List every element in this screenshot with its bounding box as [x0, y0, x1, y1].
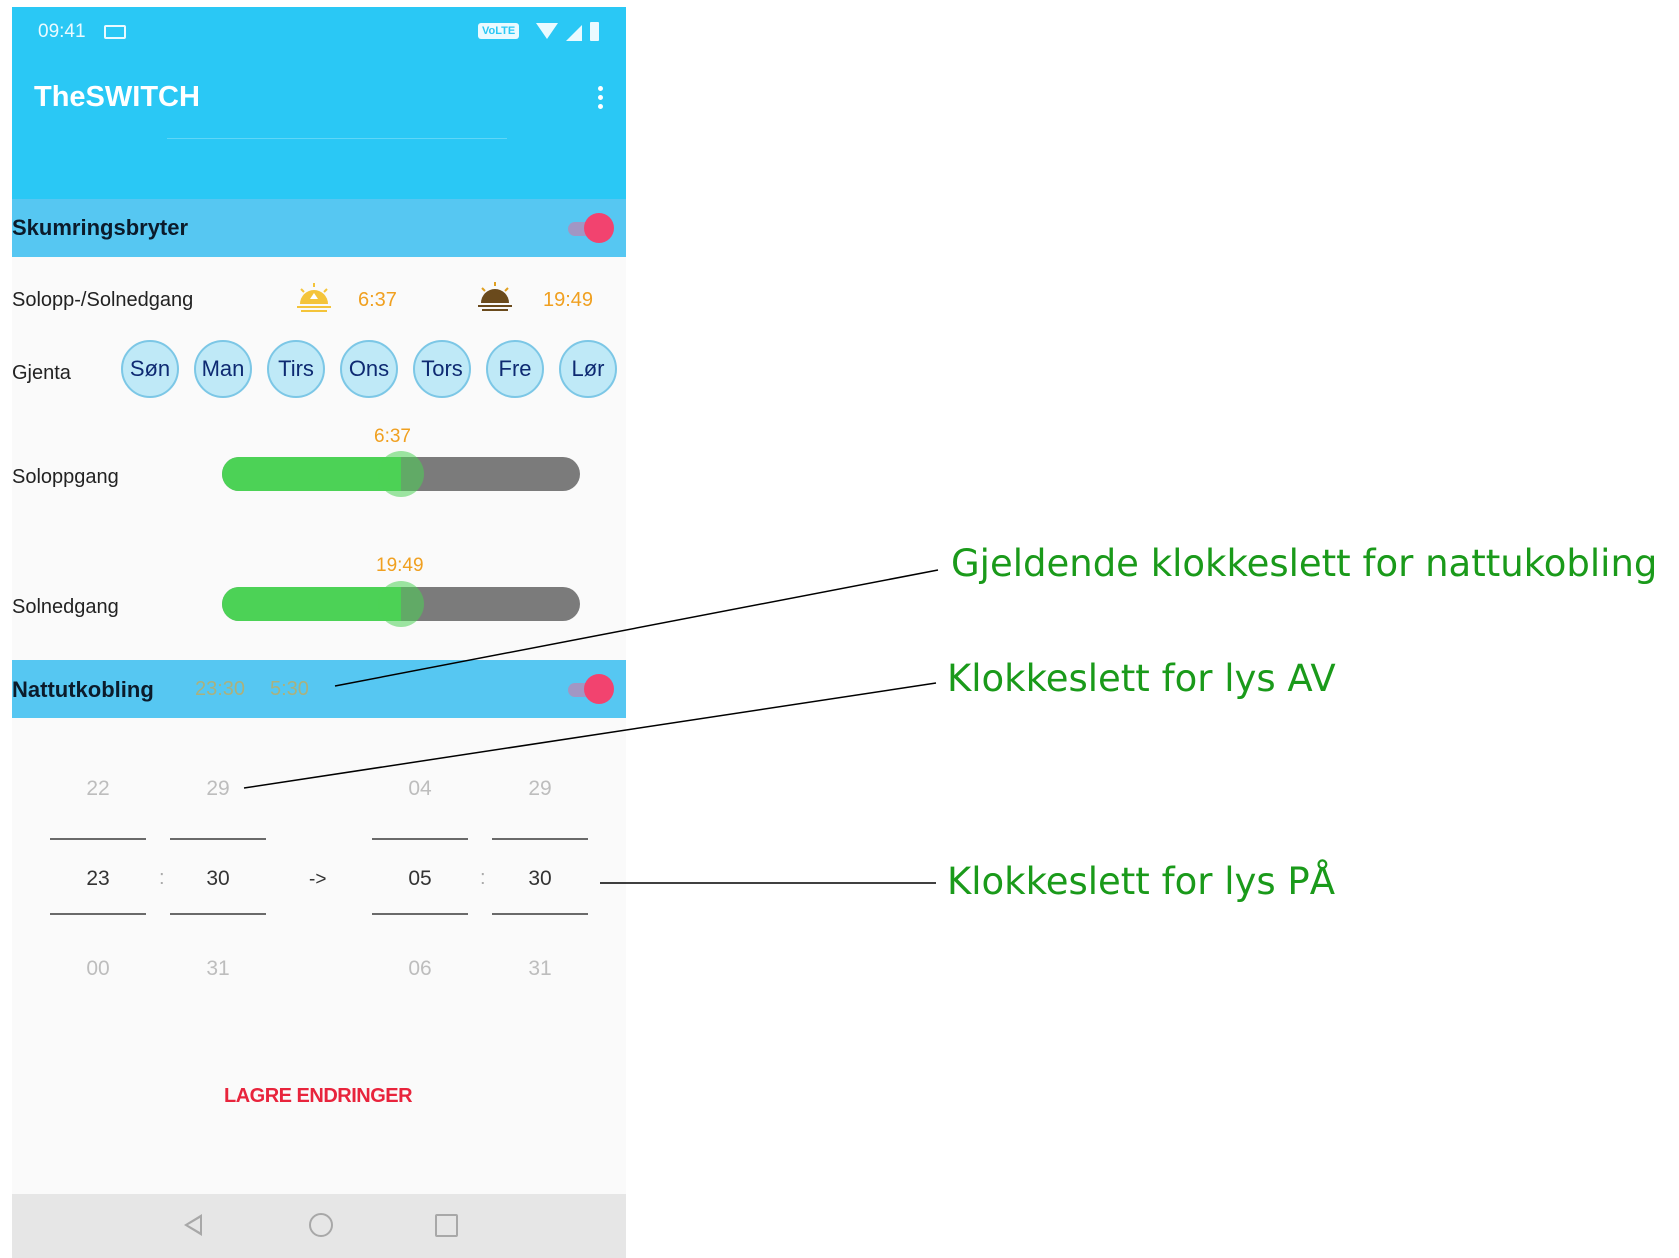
- annotation-lights-off: Klokkeslett for lys AV: [947, 657, 1336, 700]
- annotation-lights-on: Klokkeslett for lys PÅ: [947, 860, 1336, 903]
- annotation-current-night-time: Gjeldende klokkeslett for nattukobling: [951, 542, 1658, 585]
- annotation-line-current: [334, 569, 939, 687]
- annotation-line-off: [243, 682, 937, 789]
- annotation-lines: [243, 569, 939, 884]
